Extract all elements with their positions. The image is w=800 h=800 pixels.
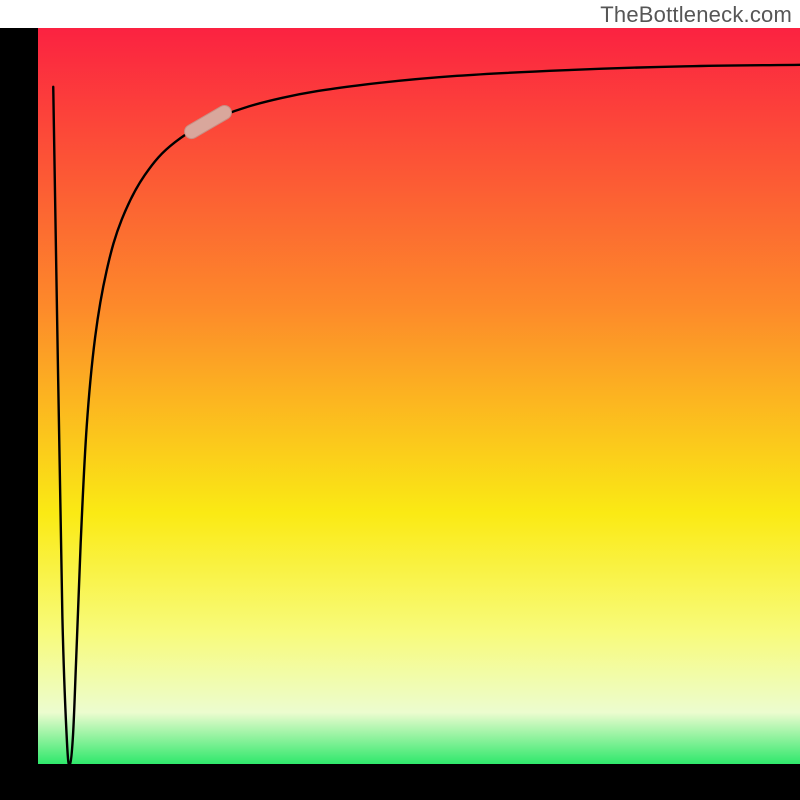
attribution-label: TheBottleneck.com (600, 2, 792, 28)
bottleneck-chart (0, 0, 800, 800)
chart-plot-area (38, 28, 800, 764)
chart-stage: TheBottleneck.com (0, 0, 800, 800)
